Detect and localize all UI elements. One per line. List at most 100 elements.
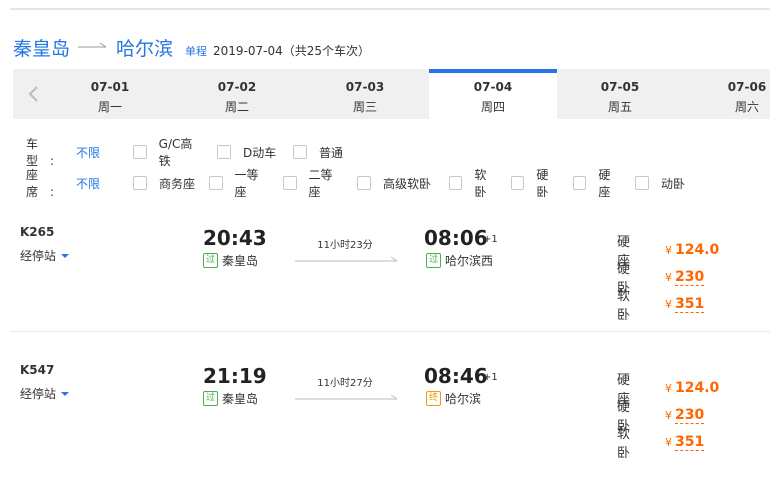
to-city[interactable]: 哈尔滨 [116, 34, 173, 61]
seat-option[interactable]: 商务座 [133, 175, 195, 192]
checkbox[interactable] [133, 176, 147, 190]
seat-option[interactable]: 硬卧 [511, 166, 559, 200]
arrive-station: 过哈尔滨西 [426, 252, 493, 269]
price: 124.0 [675, 242, 720, 258]
arrive-time: 08:46 [424, 364, 488, 388]
checkbox[interactable] [573, 176, 587, 190]
currency: ¥ [665, 408, 672, 422]
seat-name: 软卧 [617, 289, 643, 323]
checkbox[interactable] [283, 176, 297, 190]
checkbox[interactable] [449, 176, 463, 190]
chevron-left-icon [28, 86, 38, 102]
train-row: K265 经停站 20:43 过秦皇岛 11小时23分 08:06 +1 过哈尔… [10, 225, 770, 345]
checkbox[interactable] [511, 176, 525, 190]
trip-type: 单程 [185, 45, 208, 58]
station-name: 哈尔滨西 [445, 254, 494, 268]
train-type-filter: 车型: 不限 G/C高铁 D动车 普通 [26, 135, 357, 169]
row-divider [10, 331, 770, 332]
caret-down-icon [61, 253, 70, 258]
checkbox[interactable] [293, 145, 307, 159]
top-divider [10, 8, 770, 10]
checkbox[interactable] [209, 176, 223, 190]
filter-label: 车型: [26, 137, 67, 168]
route-arrow-icon [78, 42, 107, 48]
currency: ¥ [665, 435, 672, 449]
pass-badge: 过 [203, 391, 218, 406]
train-type-option[interactable]: D动车 [217, 144, 279, 161]
price: 230 [675, 406, 705, 424]
next-day-mark: +1 [483, 372, 498, 383]
option-label: 普通 [319, 145, 344, 160]
date-tab-date: 07-04 [473, 80, 513, 94]
pass-badge: 过 [203, 253, 218, 268]
date-summary: 2019-07-04（共25个车次） [213, 44, 371, 58]
depart-time: 21:19 [203, 364, 267, 388]
next-day-mark: +1 [483, 234, 498, 245]
date-tab-active[interactable]: 07-04 周四 [429, 69, 557, 119]
checkbox[interactable] [217, 145, 231, 159]
currency: ¥ [665, 297, 672, 311]
train-type-option[interactable]: 普通 [293, 144, 343, 161]
train-type-option[interactable]: G/C高铁 [133, 135, 203, 169]
stops-toggle[interactable]: 经停站 [20, 247, 70, 264]
duration: 11小时27分 [317, 378, 373, 389]
option-label: 高级软卧 [383, 176, 432, 191]
date-tab[interactable]: 07-05 周五 [556, 69, 684, 119]
option-label: D动车 [243, 145, 277, 160]
checkbox[interactable] [635, 176, 649, 190]
price: 230 [675, 268, 705, 286]
currency: ¥ [665, 243, 672, 257]
seat-price[interactable]: 软卧 ¥351 [617, 423, 705, 461]
price: 351 [675, 433, 705, 451]
currency: ¥ [665, 270, 672, 284]
seat-option[interactable]: 硬座 [573, 166, 621, 200]
seat-name: 软卧 [617, 427, 643, 461]
seat-option[interactable]: 动卧 [635, 175, 685, 192]
checkbox[interactable] [357, 176, 371, 190]
stops-toggle[interactable]: 经停站 [20, 385, 70, 402]
checkbox[interactable] [133, 145, 147, 159]
date-tab[interactable]: 07-02 周二 [173, 69, 301, 119]
from-city[interactable]: 秦皇岛 [13, 34, 70, 61]
depart-station: 过秦皇岛 [203, 252, 258, 269]
date-tab[interactable]: 07-06 周六 [683, 69, 770, 119]
depart-time: 20:43 [203, 226, 267, 250]
date-tab-bar: 07-01 周一 07-02 周二 07-03 周三 07-04 周四 07-0… [13, 69, 770, 119]
date-tab-date: 07-01 [90, 80, 130, 94]
seat-option[interactable]: 软卧 [449, 166, 497, 200]
filter-any-link[interactable]: 不限 [76, 144, 133, 161]
option-label: 商务座 [159, 176, 196, 191]
stops-label: 经停站 [20, 387, 57, 401]
seat-option[interactable]: 一等座 [209, 166, 269, 200]
arrive-station: 终哈尔滨 [426, 390, 481, 407]
route-header: 秦皇岛 哈尔滨 单程 2019-07-04（共25个车次） [13, 34, 370, 61]
seat-option[interactable]: 高级软卧 [357, 175, 435, 192]
date-tab[interactable]: 07-01 周一 [46, 69, 174, 119]
station-name: 秦皇岛 [222, 392, 259, 406]
option-label: 软卧 [474, 168, 487, 199]
option-label: 二等座 [308, 168, 333, 199]
currency: ¥ [665, 381, 672, 395]
date-tab-weekday: 周一 [97, 100, 122, 114]
train-number[interactable]: K265 [20, 225, 54, 239]
filter-any-link[interactable]: 不限 [76, 175, 133, 192]
date-tab-date: 07-03 [345, 80, 385, 94]
train-number[interactable]: K547 [20, 363, 54, 377]
option-label: 一等座 [234, 168, 259, 199]
price: 351 [675, 295, 705, 313]
seat-price[interactable]: 软卧 ¥351 [617, 285, 705, 323]
date-tab-weekday: 周六 [734, 100, 759, 114]
seat-option[interactable]: 二等座 [283, 166, 343, 200]
date-tab-weekday: 周五 [607, 100, 632, 114]
depart-station: 过秦皇岛 [203, 390, 258, 407]
date-tab-date: 07-06 [727, 80, 767, 94]
filter-label: 座席: [26, 168, 67, 199]
date-tab-date: 07-05 [600, 80, 640, 94]
arrow-right-icon [295, 256, 398, 262]
date-tab-date: 07-02 [217, 80, 257, 94]
date-tab[interactable]: 07-03 周三 [301, 69, 429, 119]
pass-badge: 过 [426, 253, 441, 268]
date-tab-weekday: 周三 [352, 100, 377, 114]
option-label: G/C高铁 [158, 137, 193, 168]
date-tab-weekday: 周四 [480, 100, 505, 114]
